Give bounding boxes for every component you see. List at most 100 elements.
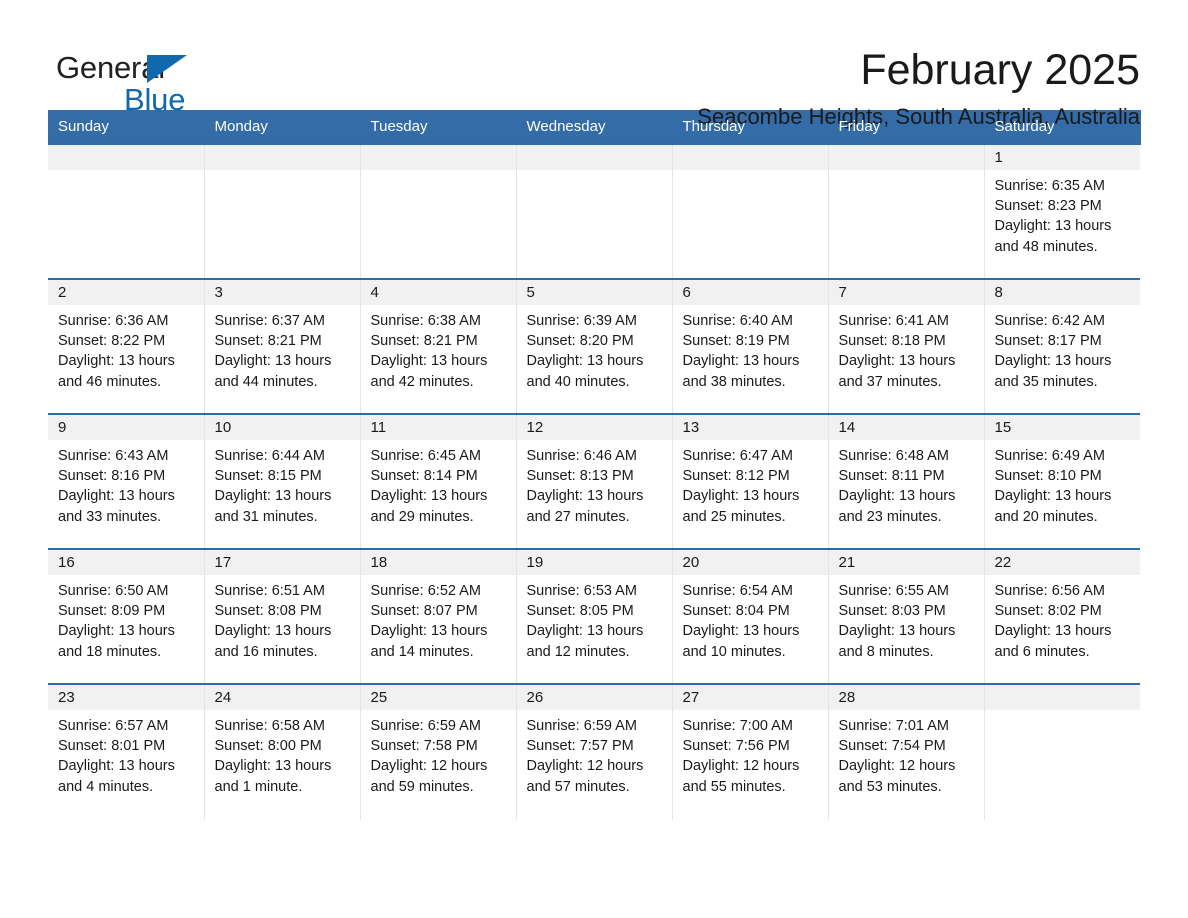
daylight-duration-line1: Daylight: 13 hours [682, 353, 800, 370]
day-number: 21 [828, 550, 984, 575]
calendar-day-cell[interactable]: 1 Sunrise: 6:35 AM Sunset: 8:23 PM Daylight… [984, 143, 1140, 279]
sunset-time: Sunset: 8:01 PM [58, 738, 166, 755]
calendar-day-cell[interactable]: 7 Sunrise: 6:41 AM Sunset: 8:18 PM Daylight… [828, 278, 985, 414]
daylight-duration-line1: Daylight: 13 hours [370, 353, 488, 370]
sunset-time: Sunset: 8:09 PM [58, 603, 166, 620]
calendar-day-cell[interactable]: 8 Sunrise: 6:42 AM Sunset: 8:17 PM Daylight… [984, 278, 1140, 414]
calendar-day-cell[interactable]: 24 Sunrise: 6:58 AM Sunset: 8:00 PM Dayligh… [204, 683, 361, 819]
day-details [517, 170, 672, 176]
sunrise-time: Sunrise: 6:45 AM [370, 448, 481, 464]
day-details [361, 170, 516, 176]
day-details: Sunrise: 6:51 AM Sunset: 8:08 PM Daylight:… [205, 575, 360, 662]
daylight-duration-line2: and 40 minutes. [526, 373, 630, 390]
generalblue-logo[interactable]: General Blue [48, 44, 228, 120]
day-number: 18 [360, 550, 516, 575]
calendar-empty-cell [360, 143, 517, 279]
daylight-duration-line1: Daylight: 13 hours [838, 488, 956, 505]
daylight-duration-line2: and 20 minutes. [994, 508, 1098, 525]
day-number: 4 [360, 280, 516, 305]
sunset-time: Sunset: 8:08 PM [214, 603, 322, 620]
daylight-duration-line1: Daylight: 13 hours [214, 623, 332, 640]
daylight-duration-line1: Daylight: 12 hours [370, 758, 488, 775]
calendar-empty-cell [516, 143, 673, 279]
calendar-day-cell[interactable]: 18 Sunrise: 6:52 AM Sunset: 8:07 PM Dayligh… [360, 548, 517, 684]
calendar-day-cell[interactable]: 6 Sunrise: 6:40 AM Sunset: 8:19 PM Daylight… [672, 278, 829, 414]
calendar-day-cell[interactable]: 11 Sunrise: 6:45 AM Sunset: 8:14 PM Dayligh… [360, 413, 517, 549]
daylight-duration-line2: and 44 minutes. [214, 373, 318, 390]
calendar-day-cell[interactable]: 19 Sunrise: 6:53 AM Sunset: 8:05 PM Dayligh… [516, 548, 673, 684]
day-number [360, 145, 516, 170]
sunrise-time: Sunrise: 6:42 AM [994, 313, 1105, 329]
calendar-week-row: 1 Sunrise: 6:35 AM Sunset: 8:23 PM Daylight… [48, 143, 1140, 279]
daylight-duration-line2: and 31 minutes. [214, 508, 318, 525]
daylight-duration-line2: and 42 minutes. [370, 373, 474, 390]
calendar-day-cell[interactable]: 15 Sunrise: 6:49 AM Sunset: 8:10 PM Dayligh… [984, 413, 1141, 549]
day-details: Sunrise: 6:48 AM Sunset: 8:11 PM Daylight:… [829, 440, 984, 527]
sunset-time: Sunset: 8:15 PM [214, 468, 322, 485]
day-number: 1 [984, 145, 1140, 170]
sunrise-time: Sunrise: 6:46 AM [526, 448, 637, 464]
daylight-duration-line2: and 10 minutes. [682, 643, 786, 660]
daylight-duration-line2: and 29 minutes. [370, 508, 474, 525]
calendar-day-cell[interactable]: 12 Sunrise: 6:46 AM Sunset: 8:13 PM Dayligh… [516, 413, 673, 549]
calendar-day-cell[interactable]: 13 Sunrise: 6:47 AM Sunset: 8:12 PM Dayligh… [672, 413, 829, 549]
calendar-day-cell[interactable]: 27 Sunrise: 7:00 AM Sunset: 7:56 PM Dayligh… [672, 683, 829, 819]
calendar-day-cell[interactable]: 25 Sunrise: 6:59 AM Sunset: 7:58 PM Dayligh… [360, 683, 517, 819]
sunrise-time: Sunrise: 6:48 AM [838, 448, 949, 464]
day-details: Sunrise: 6:53 AM Sunset: 8:05 PM Daylight:… [517, 575, 672, 662]
sunrise-time: Sunrise: 6:52 AM [370, 583, 481, 599]
day-number: 7 [828, 280, 984, 305]
calendar-day-cell[interactable]: 21 Sunrise: 6:55 AM Sunset: 8:03 PM Dayligh… [828, 548, 985, 684]
calendar-day-cell[interactable]: 2 Sunrise: 6:36 AM Sunset: 8:22 PM Daylight… [48, 278, 205, 414]
sunrise-time: Sunrise: 6:47 AM [682, 448, 793, 464]
daylight-duration-line1: Daylight: 12 hours [682, 758, 800, 775]
sunrise-time: Sunrise: 7:00 AM [682, 718, 793, 734]
calendar-day-cell[interactable]: 14 Sunrise: 6:48 AM Sunset: 8:11 PM Dayligh… [828, 413, 985, 549]
sunset-time: Sunset: 7:57 PM [526, 738, 634, 755]
day-number: 23 [48, 685, 204, 710]
daylight-duration-line1: Daylight: 13 hours [682, 623, 800, 640]
calendar-day-cell[interactable]: 22 Sunrise: 6:56 AM Sunset: 8:02 PM Dayligh… [984, 548, 1140, 684]
daylight-duration-line1: Daylight: 13 hours [214, 488, 332, 505]
calendar-day-cell[interactable]: 23 Sunrise: 6:57 AM Sunset: 8:01 PM Dayligh… [48, 683, 205, 819]
calendar-day-cell[interactable]: 16 Sunrise: 6:50 AM Sunset: 8:09 PM Dayligh… [48, 548, 205, 684]
sunset-time: Sunset: 8:11 PM [838, 468, 945, 485]
sunset-time: Sunset: 8:22 PM [58, 333, 166, 350]
daylight-duration-line1: Daylight: 13 hours [58, 758, 175, 775]
daylight-duration-line1: Daylight: 13 hours [214, 353, 332, 370]
day-number: 9 [48, 415, 204, 440]
daylight-duration-line1: Daylight: 13 hours [526, 353, 644, 370]
daylight-duration-line1: Daylight: 13 hours [994, 488, 1112, 505]
day-number [672, 145, 828, 170]
calendar-empty-cell [984, 683, 1140, 819]
calendar-day-cell[interactable]: 5 Sunrise: 6:39 AM Sunset: 8:20 PM Daylight… [516, 278, 673, 414]
daylight-duration-line2: and 55 minutes. [682, 778, 786, 795]
calendar-day-cell[interactable]: 9 Sunrise: 6:43 AM Sunset: 8:16 PM Daylight… [48, 413, 205, 549]
calendar-day-cell[interactable]: 10 Sunrise: 6:44 AM Sunset: 8:15 PM Dayligh… [204, 413, 361, 549]
day-details: Sunrise: 6:45 AM Sunset: 8:14 PM Daylight:… [361, 440, 516, 527]
calendar-body: 1 Sunrise: 6:35 AM Sunset: 8:23 PM Daylight… [48, 143, 1141, 819]
calendar-table: Sunday Monday Tuesday Wednesday Thursday… [48, 110, 1141, 819]
sunset-time: Sunset: 8:05 PM [526, 603, 634, 620]
day-number: 28 [828, 685, 984, 710]
calendar-day-cell[interactable]: 3 Sunrise: 6:37 AM Sunset: 8:21 PM Daylight… [204, 278, 361, 414]
daylight-duration-line1: Daylight: 13 hours [370, 623, 488, 640]
day-details: Sunrise: 6:43 AM Sunset: 8:16 PM Daylight:… [48, 440, 204, 527]
day-details: Sunrise: 6:49 AM Sunset: 8:10 PM Daylight:… [985, 440, 1141, 527]
calendar-day-cell[interactable]: 20 Sunrise: 6:54 AM Sunset: 8:04 PM Dayligh… [672, 548, 829, 684]
daylight-duration-line2: and 25 minutes. [682, 508, 786, 525]
day-details: Sunrise: 6:55 AM Sunset: 8:03 PM Daylight:… [829, 575, 984, 662]
daylight-duration-line1: Daylight: 13 hours [58, 488, 175, 505]
day-number: 19 [516, 550, 672, 575]
calendar-day-cell[interactable]: 26 Sunrise: 6:59 AM Sunset: 7:57 PM Dayligh… [516, 683, 673, 819]
sunrise-time: Sunrise: 6:38 AM [370, 313, 481, 329]
calendar-day-cell[interactable]: 28 Sunrise: 7:01 AM Sunset: 7:54 PM Dayligh… [828, 683, 985, 819]
page-header: General Blue February 2025 Seacombe Heig… [48, 0, 1140, 129]
sunrise-time: Sunrise: 6:43 AM [58, 448, 169, 464]
day-number: 11 [360, 415, 516, 440]
daylight-duration-line1: Daylight: 13 hours [58, 353, 175, 370]
calendar-day-cell[interactable]: 4 Sunrise: 6:38 AM Sunset: 8:21 PM Daylight… [360, 278, 517, 414]
day-details [48, 170, 204, 176]
sunrise-time: Sunrise: 6:59 AM [370, 718, 481, 734]
calendar-day-cell[interactable]: 17 Sunrise: 6:51 AM Sunset: 8:08 PM Dayligh… [204, 548, 361, 684]
